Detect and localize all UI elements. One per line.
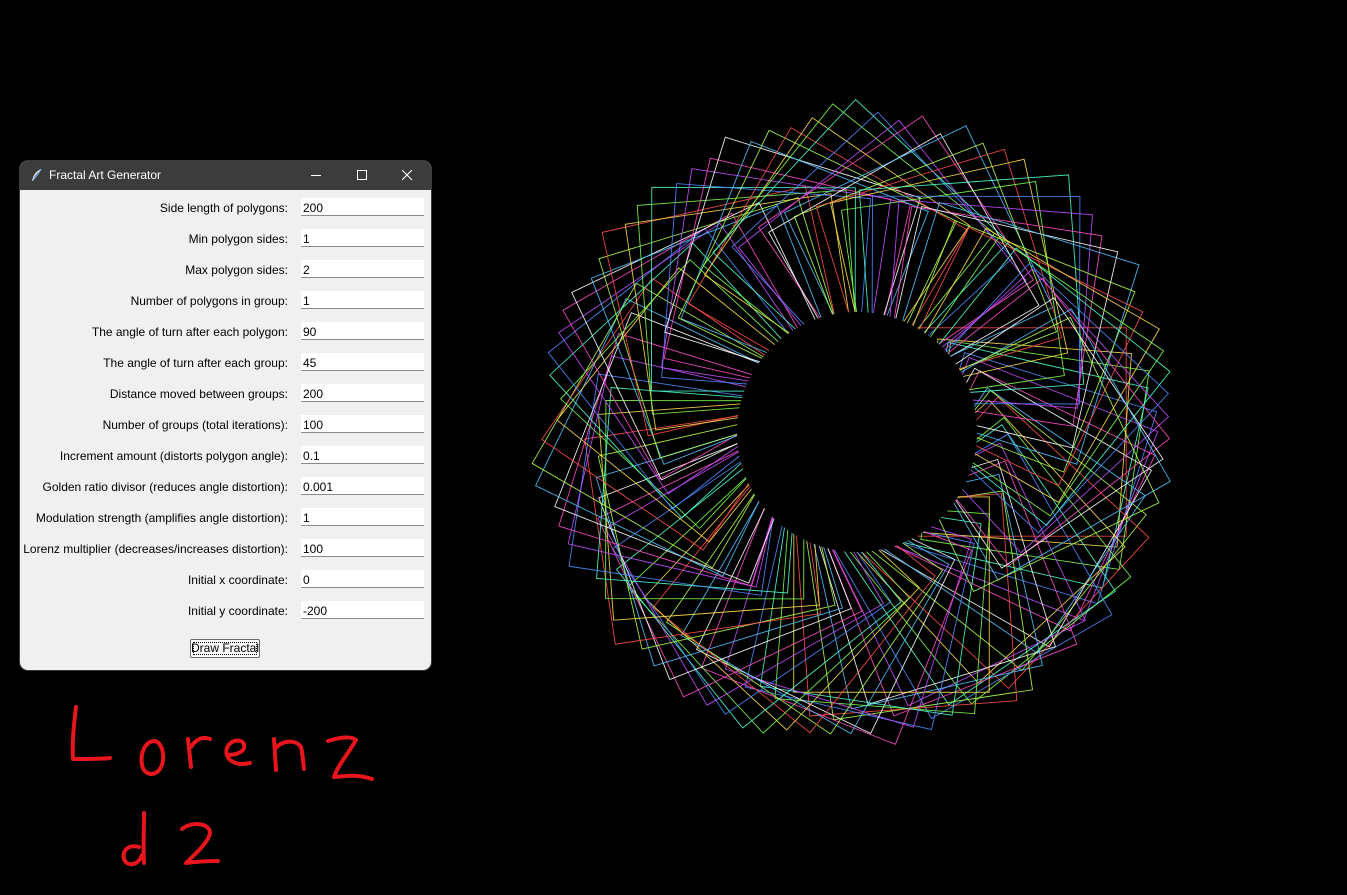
feather-icon: [32, 168, 42, 181]
field-row-max-sides: Max polygon sides:: [20, 254, 431, 285]
polygons-in-group-label: Number of polygons in group:: [130, 294, 288, 308]
initial-y-input[interactable]: [301, 601, 424, 619]
fractal-center: [737, 312, 977, 552]
lorenz-multiplier-label: Lorenz multiplier (decreases/increases d…: [23, 542, 288, 556]
polygon-turn-angle-label: The angle of turn after each polygon:: [91, 325, 288, 339]
draw-fractal-button[interactable]: Draw Fractal: [190, 639, 260, 658]
field-row-group-distance: Distance moved between groups:: [20, 378, 431, 409]
field-row-polygon-turn-angle: The angle of turn after each polygon:: [20, 316, 431, 347]
minimize-button[interactable]: [294, 161, 340, 190]
initial-x-label: Initial x coordinate:: [187, 573, 288, 587]
side-length-label: Side length of polygons:: [159, 201, 288, 215]
initial-x-input[interactable]: [301, 570, 424, 588]
polygons-in-group-input[interactable]: [301, 291, 424, 309]
field-row-modulation-strength: Modulation strength (amplifies angle dis…: [20, 502, 431, 533]
group-distance-label: Distance moved between groups:: [109, 387, 288, 401]
max-sides-input[interactable]: [301, 260, 424, 278]
lorenz-multiplier-input[interactable]: [301, 539, 424, 557]
initial-y-label: Initial y coordinate:: [187, 604, 288, 618]
title-bar[interactable]: Fractal Art Generator: [20, 161, 431, 190]
field-row-initial-x: Initial x coordinate:: [20, 564, 431, 595]
field-row-increment-amount: Increment amount (distorts polygon angle…: [20, 440, 431, 471]
close-button[interactable]: [385, 161, 431, 190]
group-turn-angle-input[interactable]: [301, 353, 424, 371]
side-length-input[interactable]: [301, 198, 424, 216]
group-distance-input[interactable]: [301, 384, 424, 402]
field-row-min-sides: Min polygon sides:: [20, 223, 431, 254]
handwritten-annotation: [70, 705, 374, 867]
close-icon: [402, 170, 413, 181]
increment-amount-label: Increment amount (distorts polygon angle…: [59, 449, 288, 463]
field-row-initial-y: Initial y coordinate:: [20, 595, 431, 626]
minimize-icon: [311, 175, 321, 176]
field-row-side-length: Side length of polygons:: [20, 192, 431, 223]
window-title: Fractal Art Generator: [49, 168, 162, 182]
field-row-group-turn-angle: The angle of turn after each group:: [20, 347, 431, 378]
min-sides-input[interactable]: [301, 229, 424, 247]
maximize-icon: [357, 170, 367, 180]
group-count-label: Number of groups (total iterations):: [102, 418, 288, 432]
group-count-input[interactable]: [301, 415, 424, 433]
increment-amount-input[interactable]: [301, 446, 424, 464]
field-row-golden-ratio-divisor: Golden ratio divisor (reduces angle dist…: [20, 471, 431, 502]
group-turn-angle-label: The angle of turn after each group:: [103, 356, 288, 370]
golden-ratio-divisor-input[interactable]: [301, 477, 424, 495]
field-row-polygons-in-group: Number of polygons in group:: [20, 285, 431, 316]
min-sides-label: Min polygon sides:: [188, 232, 288, 246]
max-sides-label: Max polygon sides:: [185, 263, 288, 277]
fractal-generator-window: Fractal Art Generator Side length of pol…: [20, 161, 431, 670]
draw-fractal-label: Draw Fractal: [191, 641, 260, 655]
modulation-strength-label: Modulation strength (amplifies angle dis…: [35, 511, 288, 525]
field-row-lorenz-multiplier: Lorenz multiplier (decreases/increases d…: [20, 533, 431, 564]
maximize-button[interactable]: [340, 161, 386, 190]
field-row-group-count: Number of groups (total iterations):: [20, 409, 431, 440]
golden-ratio-divisor-label: Golden ratio divisor (reduces angle dist…: [42, 480, 288, 494]
modulation-strength-input[interactable]: [301, 508, 424, 526]
polygon-turn-angle-input[interactable]: [301, 322, 424, 340]
